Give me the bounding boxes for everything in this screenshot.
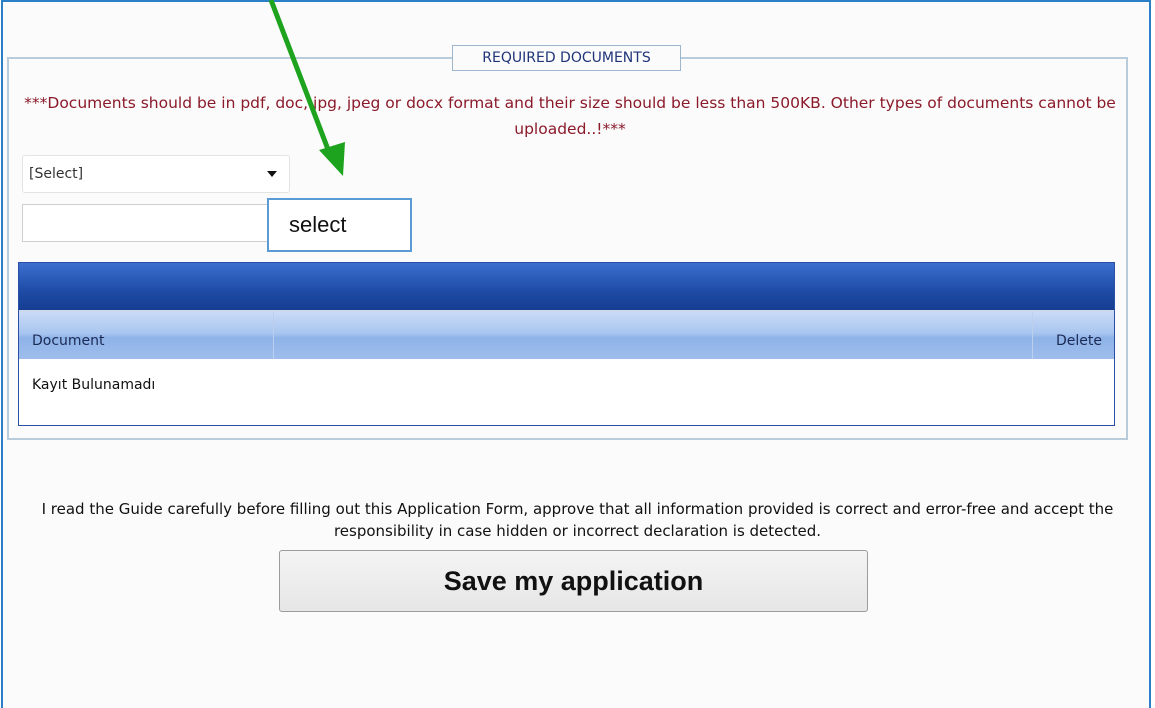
fieldset-legend: REQUIRED DOCUMENTS [452, 45, 681, 71]
grid-column-headers: Document Delete [19, 312, 1114, 359]
agreement-statement: I read the Guide carefully before fillin… [41, 500, 1114, 540]
grid-header-bar [19, 263, 1114, 312]
document-type-select[interactable]: [Select] [22, 155, 290, 193]
column-header-delete: Delete [1056, 333, 1102, 349]
column-header-document: Document [19, 312, 274, 359]
documents-grid: Document Delete Kayıt Bulunamadı [18, 262, 1115, 426]
save-application-button[interactable]: Save my application [279, 550, 868, 612]
dropdown-arrow-icon [267, 171, 277, 177]
select-file-button[interactable]: select [267, 198, 412, 252]
grid-empty-row: Kayıt Bulunamadı [32, 377, 156, 393]
file-format-warning: ***Documents should be in pdf, doc, jpg,… [24, 94, 1116, 138]
column-header-blank [274, 312, 1033, 359]
file-path-input[interactable] [22, 204, 268, 242]
document-type-selected-value: [Select] [29, 166, 84, 182]
